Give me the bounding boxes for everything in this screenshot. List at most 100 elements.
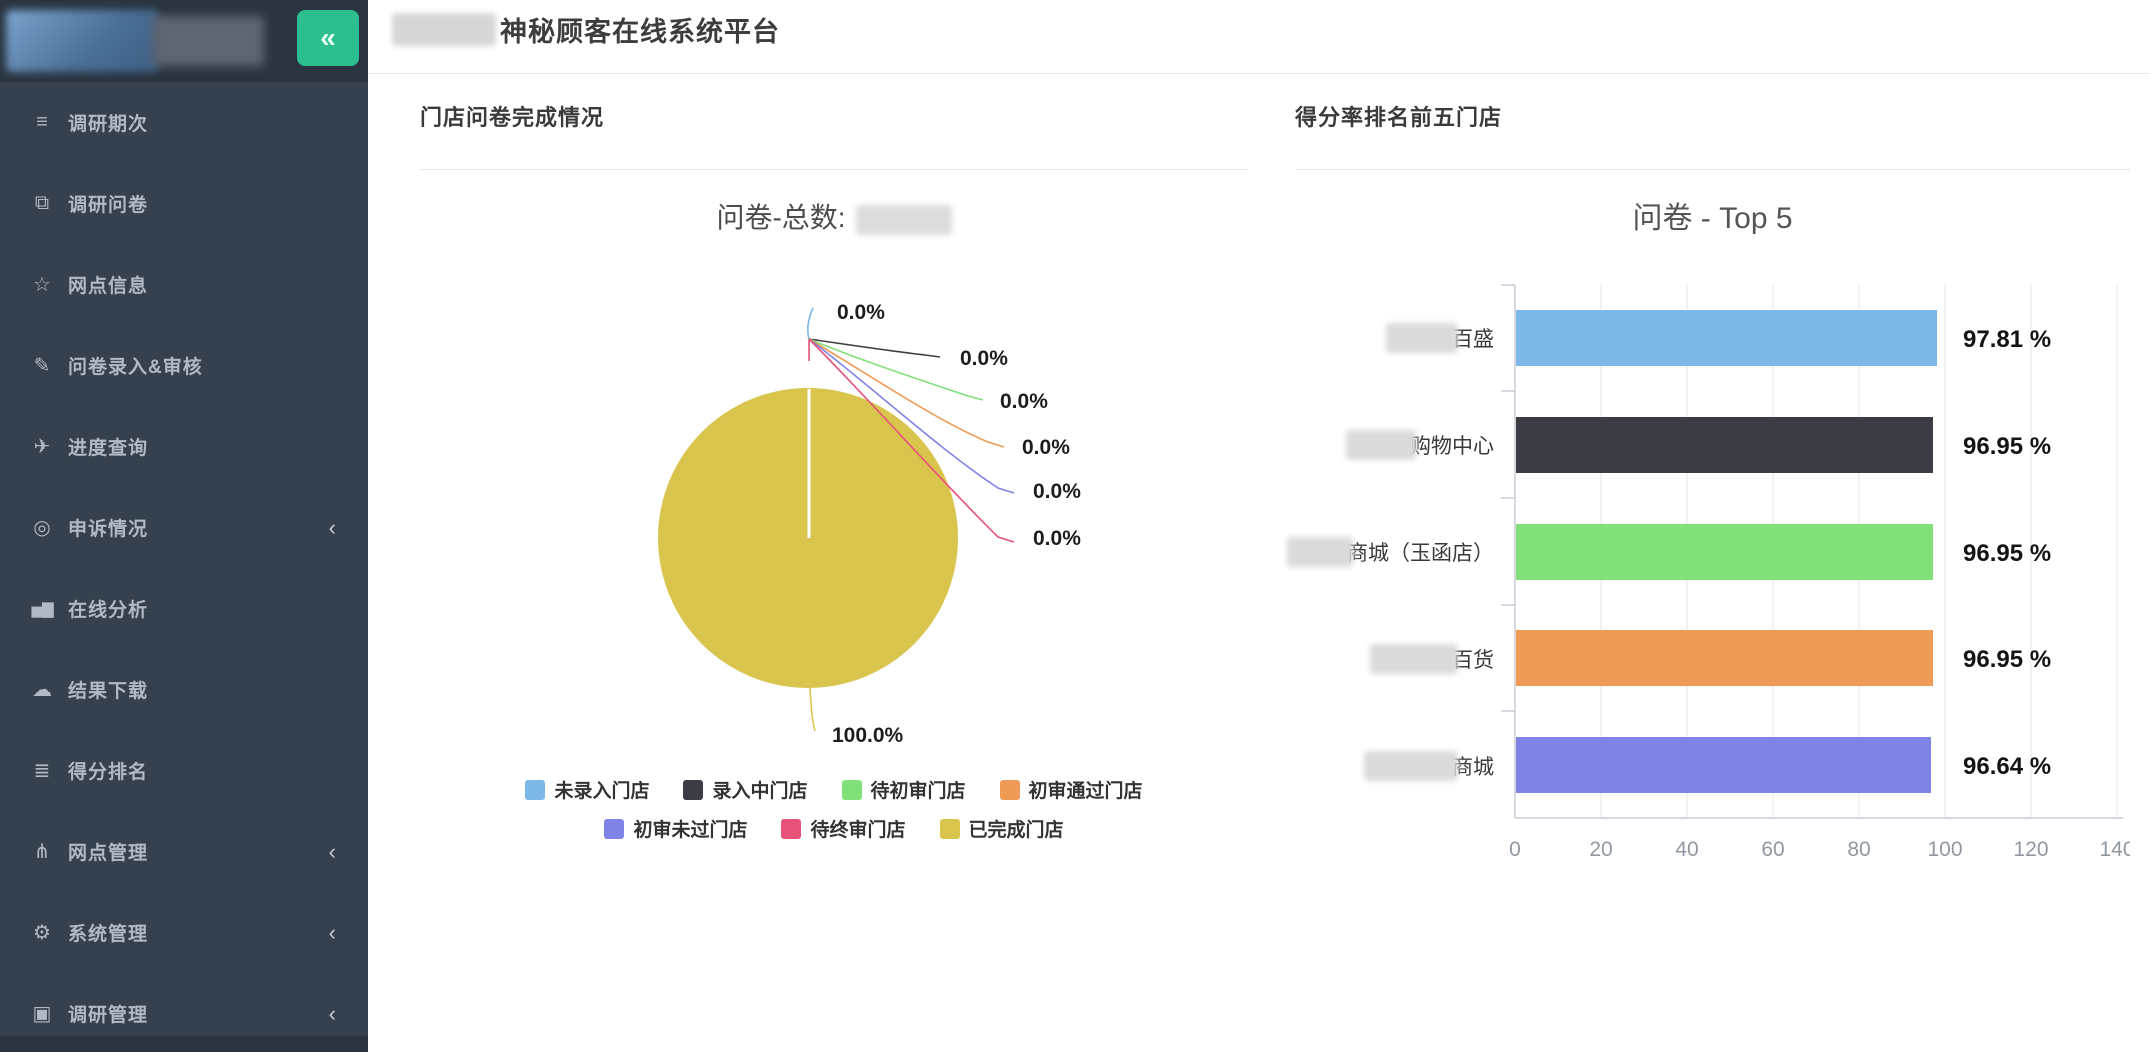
plane-icon: ✈	[24, 434, 60, 459]
pie-label-first-review-failed: 0.0%	[1033, 480, 1081, 503]
pie-label-pending-final-review: 0.0%	[1033, 527, 1081, 550]
bar-series	[1516, 310, 1937, 793]
bar-category-3: 商城（玉函店）	[1164, 535, 1494, 569]
legend-swatch	[781, 819, 801, 839]
bar-rank-1[interactable]	[1516, 310, 1937, 366]
header-masked-company-name	[392, 13, 496, 46]
copy-icon: ⧉	[24, 192, 60, 215]
bar-category-1: 百盛	[1164, 321, 1494, 355]
legend-item-completed[interactable]: 已完成门店	[940, 815, 1064, 842]
x-axis-tick-labels: 0 20 40 60 80 100 120 140	[1509, 838, 2130, 861]
sidebar-collapse-button[interactable]: «	[297, 10, 359, 66]
left-panel-title: 门店问卷完成情况	[420, 100, 604, 132]
chevron-left-icon: ‹	[329, 515, 336, 541]
legend-swatch	[683, 780, 703, 800]
x-tick-0: 0	[1509, 838, 1521, 861]
x-tick-40: 40	[1675, 838, 1698, 861]
x-tick-80: 80	[1847, 838, 1870, 861]
legend-item-first-review-passed[interactable]: 初审通过门店	[1000, 776, 1143, 803]
edit-icon: ✎	[24, 353, 60, 378]
legend-swatch	[1000, 780, 1020, 800]
bar-rank-4[interactable]	[1516, 630, 1933, 686]
bar-rank-5[interactable]	[1516, 737, 1931, 793]
collapse-chevrons-icon: «	[320, 22, 336, 54]
logo-blurred-text	[152, 16, 264, 66]
sidebar-item-survey-periods[interactable]: ≡ 调研期次	[0, 82, 368, 163]
page-title: 神秘顾客在线系统平台	[500, 10, 780, 49]
legend-row-2: 初审未过门店 待终审门店 已完成门店	[604, 815, 1063, 842]
chevron-left-icon: ‹	[329, 1001, 336, 1027]
camera-icon: ▣	[24, 1001, 60, 1026]
bar-chart-icon: ▅▇	[24, 600, 60, 618]
legend-item-pending-first-review[interactable]: 待初审门店	[842, 776, 966, 803]
bar-rank-2[interactable]	[1516, 417, 1933, 473]
sidebar-item-outlet-info[interactable]: ☆ 网点信息	[0, 244, 368, 325]
sidebar-item-system-management[interactable]: ⚙ 系统管理 ‹	[0, 892, 368, 973]
pie-label-first-review-passed: 0.0%	[1022, 436, 1070, 459]
pie-label-not-entered: 0.0%	[837, 301, 885, 324]
star-icon: ☆	[24, 272, 60, 297]
x-tick-20: 20	[1589, 838, 1612, 861]
leader-not-entered	[808, 308, 813, 339]
sidebar-item-result-download[interactable]: ☁ 结果下载	[0, 649, 368, 730]
left-panel-divider	[420, 169, 1248, 170]
x-tick-140: 140	[2099, 838, 2130, 861]
pie-chart: 0.0% 0.0% 0.0% 0.0% 0.0% 0.0% 100.0%	[420, 180, 1248, 880]
gears-icon: ⚙	[24, 920, 60, 945]
sidebar-bottom-strip	[0, 1036, 368, 1052]
bar-value-labels: 97.81 % 96.95 % 96.95 % 96.95 % 96.64 %	[1963, 326, 2051, 780]
legend-swatch	[525, 780, 545, 800]
header-divider	[368, 73, 2150, 74]
logo-blurred	[6, 10, 158, 72]
bulb-icon: ◎	[24, 515, 60, 540]
bar-category-2: 购物中心	[1164, 428, 1494, 462]
pie-label-completed: 100.0%	[832, 724, 904, 747]
bar-value-1: 97.81 %	[1963, 326, 2051, 353]
bar-rank-3[interactable]	[1516, 524, 1933, 580]
legend-row-1: 未录入门店 录入中门店 待初审门店 初审通过门店	[525, 776, 1142, 803]
sidebar-item-outlet-management[interactable]: ⋔ 网点管理 ‹	[0, 811, 368, 892]
pie-label-pending-first-review: 0.0%	[1000, 390, 1048, 413]
bar-category-5: 商城	[1164, 749, 1494, 783]
chevron-left-icon: ‹	[329, 920, 336, 946]
bar-value-5: 96.64 %	[1963, 753, 2051, 780]
sidebar-menu: ≡ 调研期次 ⧉ 调研问卷 ☆ 网点信息 ✎ 问卷录入&审核 ✈ 进度查询 ◎ …	[0, 82, 368, 1052]
app-root: « ≡ 调研期次 ⧉ 调研问卷 ☆ 网点信息 ✎ 问卷录入&审核 ✈ 进度查询	[0, 0, 2150, 1052]
bar-value-2: 96.95 %	[1963, 433, 2051, 460]
x-tick-60: 60	[1761, 838, 1784, 861]
bar-category-4: 百货	[1164, 642, 1494, 676]
legend-swatch	[604, 819, 624, 839]
list-icon: ≡	[24, 111, 60, 134]
right-panel-title: 得分率排名前五门店	[1295, 100, 1502, 132]
right-panel-divider	[1295, 169, 2130, 170]
x-tick-100: 100	[1927, 838, 1962, 861]
sidebar-item-score-ranking[interactable]: ≣ 得分排名	[0, 730, 368, 811]
sidebar: « ≡ 调研期次 ⧉ 调研问卷 ☆ 网点信息 ✎ 问卷录入&审核 ✈ 进度查询	[0, 0, 368, 1052]
legend-swatch	[940, 819, 960, 839]
masked-prefix	[1370, 644, 1458, 674]
legend-item-pending-final-review[interactable]: 待终审门店	[781, 815, 905, 842]
masked-prefix	[1364, 751, 1458, 781]
legend-swatch	[842, 780, 862, 800]
sitemap-icon: ⋔	[24, 839, 60, 864]
sidebar-item-survey-questionnaires[interactable]: ⧉ 调研问卷	[0, 163, 368, 244]
ranked-list-icon: ≣	[24, 758, 60, 783]
sidebar-item-online-analysis[interactable]: ▅▇ 在线分析	[0, 568, 368, 649]
chevron-left-icon: ‹	[329, 839, 336, 865]
masked-prefix	[1346, 430, 1416, 460]
x-tick-120: 120	[2013, 838, 2048, 861]
sidebar-item-progress-query[interactable]: ✈ 进度查询	[0, 406, 368, 487]
bar-value-3: 96.95 %	[1963, 540, 2051, 567]
masked-prefix	[1287, 537, 1353, 567]
sidebar-item-entry-review[interactable]: ✎ 问卷录入&审核	[0, 325, 368, 406]
masked-prefix	[1386, 323, 1458, 353]
sidebar-logo-bar: «	[0, 0, 368, 82]
legend-item-first-review-failed[interactable]: 初审未过门店	[604, 815, 747, 842]
legend-item-not-entered[interactable]: 未录入门店	[525, 776, 649, 803]
pie-legend: 未录入门店 录入中门店 待初审门店 初审通过门店 初审未过门店 待终审	[420, 776, 1248, 842]
legend-item-entering[interactable]: 录入中门店	[683, 776, 807, 803]
leader-completed	[810, 688, 815, 731]
sidebar-item-appeal-status[interactable]: ◎ 申诉情况 ‹	[0, 487, 368, 568]
pie-label-entering: 0.0%	[960, 347, 1008, 370]
cloud-download-icon: ☁	[24, 677, 60, 702]
